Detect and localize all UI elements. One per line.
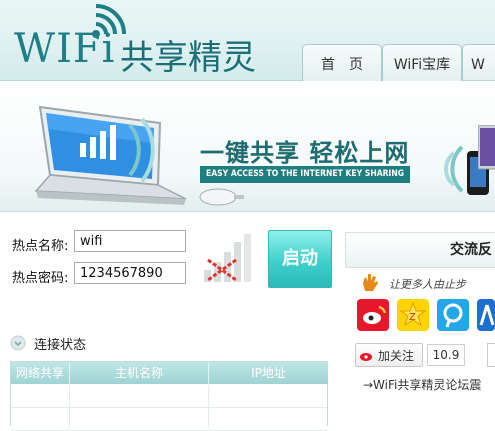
tab-wifi-library[interactable]: WiFi宝库 <box>382 44 462 81</box>
feedback-panel: 交流反 让更多人由止步 Z 加关注 10.9 →WiFi共享精灵论坛震 <box>345 226 495 426</box>
tab-home-label: 首 页 <box>321 57 363 73</box>
tencent-weibo-icon[interactable] <box>437 299 469 331</box>
connection-table: 网络共享 主机名称 IP地址 <box>10 361 328 431</box>
qzone-icon[interactable]: Z <box>397 299 429 331</box>
logo-title: 共享精灵 <box>120 38 256 78</box>
tab-more-label: W <box>471 57 485 73</box>
hotspot-name-input[interactable]: wifi <box>74 230 186 252</box>
extra-share-icon[interactable] <box>487 343 495 367</box>
hand-icon <box>363 274 378 291</box>
tab-home[interactable]: 首 页 <box>302 44 382 81</box>
table-row <box>11 385 327 408</box>
signal-disconnected-icon <box>204 234 251 282</box>
follow-label: 加关注 <box>378 349 415 363</box>
start-button[interactable]: 启动 <box>268 230 332 288</box>
status-bullet-icon <box>10 335 26 351</box>
app-header: WIFi 共享精灵 首 页 WiFi宝库 W <box>0 0 495 81</box>
usb-dongle-icon <box>199 188 244 206</box>
follower-count: 10.9 <box>427 344 465 366</box>
follow-button[interactable]: 加关注 <box>355 343 423 367</box>
table-row <box>11 408 327 431</box>
renren-icon[interactable] <box>477 299 495 331</box>
logo-text: WIFi <box>14 26 116 72</box>
banner-slogan: 一键共享 轻松上网 <box>200 139 410 167</box>
column-divider <box>69 385 70 427</box>
svg-text:Z: Z <box>409 312 416 323</box>
feedback-tagline: 让更多人由止步 <box>389 278 466 291</box>
banner-slogan-en: EASY ACCESS TO THE INTERNET KEY SHARING <box>200 166 411 183</box>
forum-link[interactable]: →WiFi共享精灵论坛震 <box>363 376 481 393</box>
hotspot-name-label: 热点名称: <box>12 239 69 254</box>
hero-banner: 一键共享 轻松上网 EASY ACCESS TO THE INTERNET KE… <box>0 81 495 212</box>
column-header-ip-address: IP地址 <box>209 362 328 384</box>
column-header-network-share: 网络共享 <box>11 362 70 384</box>
connection-status-title: 连接状态 <box>34 338 87 353</box>
feedback-panel-title: 交流反 <box>345 232 495 268</box>
tab-wifi-library-label: WiFi宝库 <box>393 57 451 73</box>
signal-arcs-icon <box>128 117 155 183</box>
weibo-icon[interactable] <box>357 299 389 331</box>
tab-more[interactable]: W <box>462 44 495 80</box>
column-header-host-name: 主机名称 <box>70 362 209 384</box>
weibo-small-icon <box>360 353 372 361</box>
column-divider <box>208 385 209 427</box>
hotspot-password-input[interactable]: 1234567890 <box>74 262 186 284</box>
monitor-illustration <box>478 125 495 170</box>
hotspot-password-label: 热点密码: <box>12 271 69 286</box>
